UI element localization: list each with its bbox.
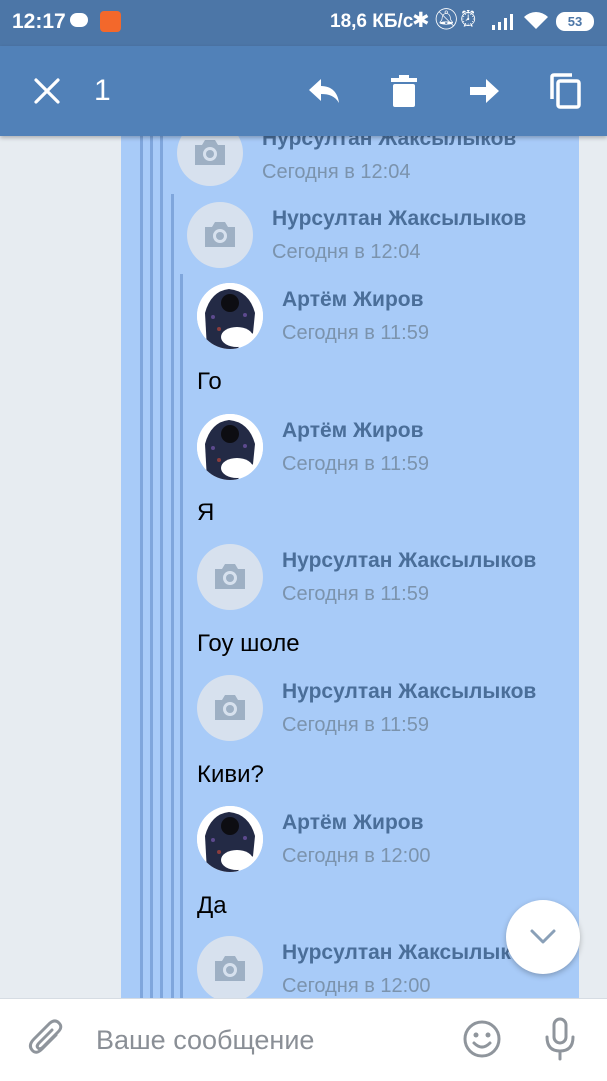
trash-icon	[391, 75, 417, 107]
avatar[interactable]	[197, 544, 263, 610]
quote-line	[180, 274, 183, 998]
camera-icon	[215, 695, 245, 720]
camera-icon	[205, 222, 235, 247]
chevron-down-icon	[530, 929, 556, 944]
status-bar: 12:17 18,6 КБ/с ✱ 🔕︎ ⏰︎ 53	[0, 0, 607, 46]
author-name[interactable]: Нурсултан Жаксылыков	[272, 207, 526, 231]
reply-button[interactable]	[302, 69, 346, 113]
quote-line	[171, 194, 174, 998]
quote-line	[160, 136, 163, 998]
user-photo	[197, 806, 263, 872]
avatar[interactable]	[187, 202, 253, 268]
close-selection-button[interactable]	[25, 69, 69, 113]
smiley-icon	[463, 1020, 501, 1058]
copy-button[interactable]	[543, 69, 587, 113]
wifi-icon	[524, 12, 548, 29]
chat-bubble-icon	[70, 13, 88, 27]
forward-icon	[470, 79, 499, 103]
camera-icon	[215, 564, 245, 589]
selection-action-bar: 1	[0, 46, 607, 136]
message-text: Я	[197, 499, 215, 526]
author-name[interactable]: Артём Жиров	[282, 288, 424, 312]
battery-indicator: 53	[556, 12, 594, 31]
close-icon	[34, 78, 60, 104]
message-time: Сегодня в 12:00	[282, 845, 431, 867]
message-time: Сегодня в 11:59	[282, 714, 429, 736]
message-text: Го	[197, 368, 222, 395]
emoji-button[interactable]	[462, 1019, 502, 1064]
message-time: Сегодня в 12:00	[282, 975, 431, 997]
author-name[interactable]: Нурсултан Жаксылыков	[282, 549, 536, 573]
scroll-down-button[interactable]	[506, 900, 580, 974]
message-input[interactable]	[96, 1023, 436, 1057]
camera-icon	[215, 956, 245, 981]
reply-icon	[309, 79, 339, 103]
attach-button[interactable]	[28, 1019, 64, 1064]
message-time: Сегодня в 11:59	[282, 583, 429, 605]
voice-message-button[interactable]	[543, 1017, 577, 1066]
message-text: Киви?	[197, 761, 264, 788]
selected-count: 1	[94, 74, 111, 107]
copy-icon	[550, 73, 581, 109]
mute-icon: 🔕︎	[433, 8, 460, 31]
bluetooth-icon: ✱	[412, 9, 430, 32]
avatar[interactable]	[197, 283, 263, 349]
avatar[interactable]	[197, 414, 263, 480]
author-name[interactable]: Артём Жиров	[282, 811, 424, 835]
status-time: 12:17	[12, 10, 66, 33]
alarm-icon: ⏰︎	[460, 8, 477, 31]
avatar[interactable]	[197, 806, 263, 872]
message-list[interactable]: Нурсултан Жаксылыков Сегодня в 12:04 Нур…	[0, 136, 607, 998]
app-notification-icon	[100, 11, 121, 32]
avatar[interactable]	[197, 675, 263, 741]
author-name[interactable]: Нурсултан Жаксылыков	[282, 680, 536, 704]
author-name[interactable]: Нурсултан Жаксылыков	[262, 136, 516, 151]
message-time: Сегодня в 11:59	[282, 322, 429, 344]
author-name[interactable]: Нурсултан Жаксылыков	[282, 941, 536, 965]
author-name[interactable]: Артём Жиров	[282, 419, 424, 443]
network-speed: 18,6 КБ/с	[330, 11, 414, 32]
signal-icon	[492, 14, 513, 30]
message-time: Сегодня в 12:04	[272, 241, 421, 263]
message-text: Да	[197, 892, 227, 919]
message-text: Гоу шоле	[197, 630, 300, 657]
camera-icon	[195, 140, 225, 165]
forward-button[interactable]	[463, 69, 507, 113]
quote-line	[150, 136, 153, 998]
paperclip-icon	[28, 1019, 63, 1054]
message-time: Сегодня в 11:59	[282, 453, 429, 475]
avatar[interactable]	[197, 936, 263, 998]
user-photo	[197, 414, 263, 480]
microphone-icon	[545, 1017, 575, 1061]
message-time: Сегодня в 12:04	[262, 161, 411, 183]
message-composer	[0, 998, 607, 1081]
delete-button[interactable]	[382, 69, 426, 113]
quote-line	[140, 136, 143, 998]
user-photo	[197, 283, 263, 349]
